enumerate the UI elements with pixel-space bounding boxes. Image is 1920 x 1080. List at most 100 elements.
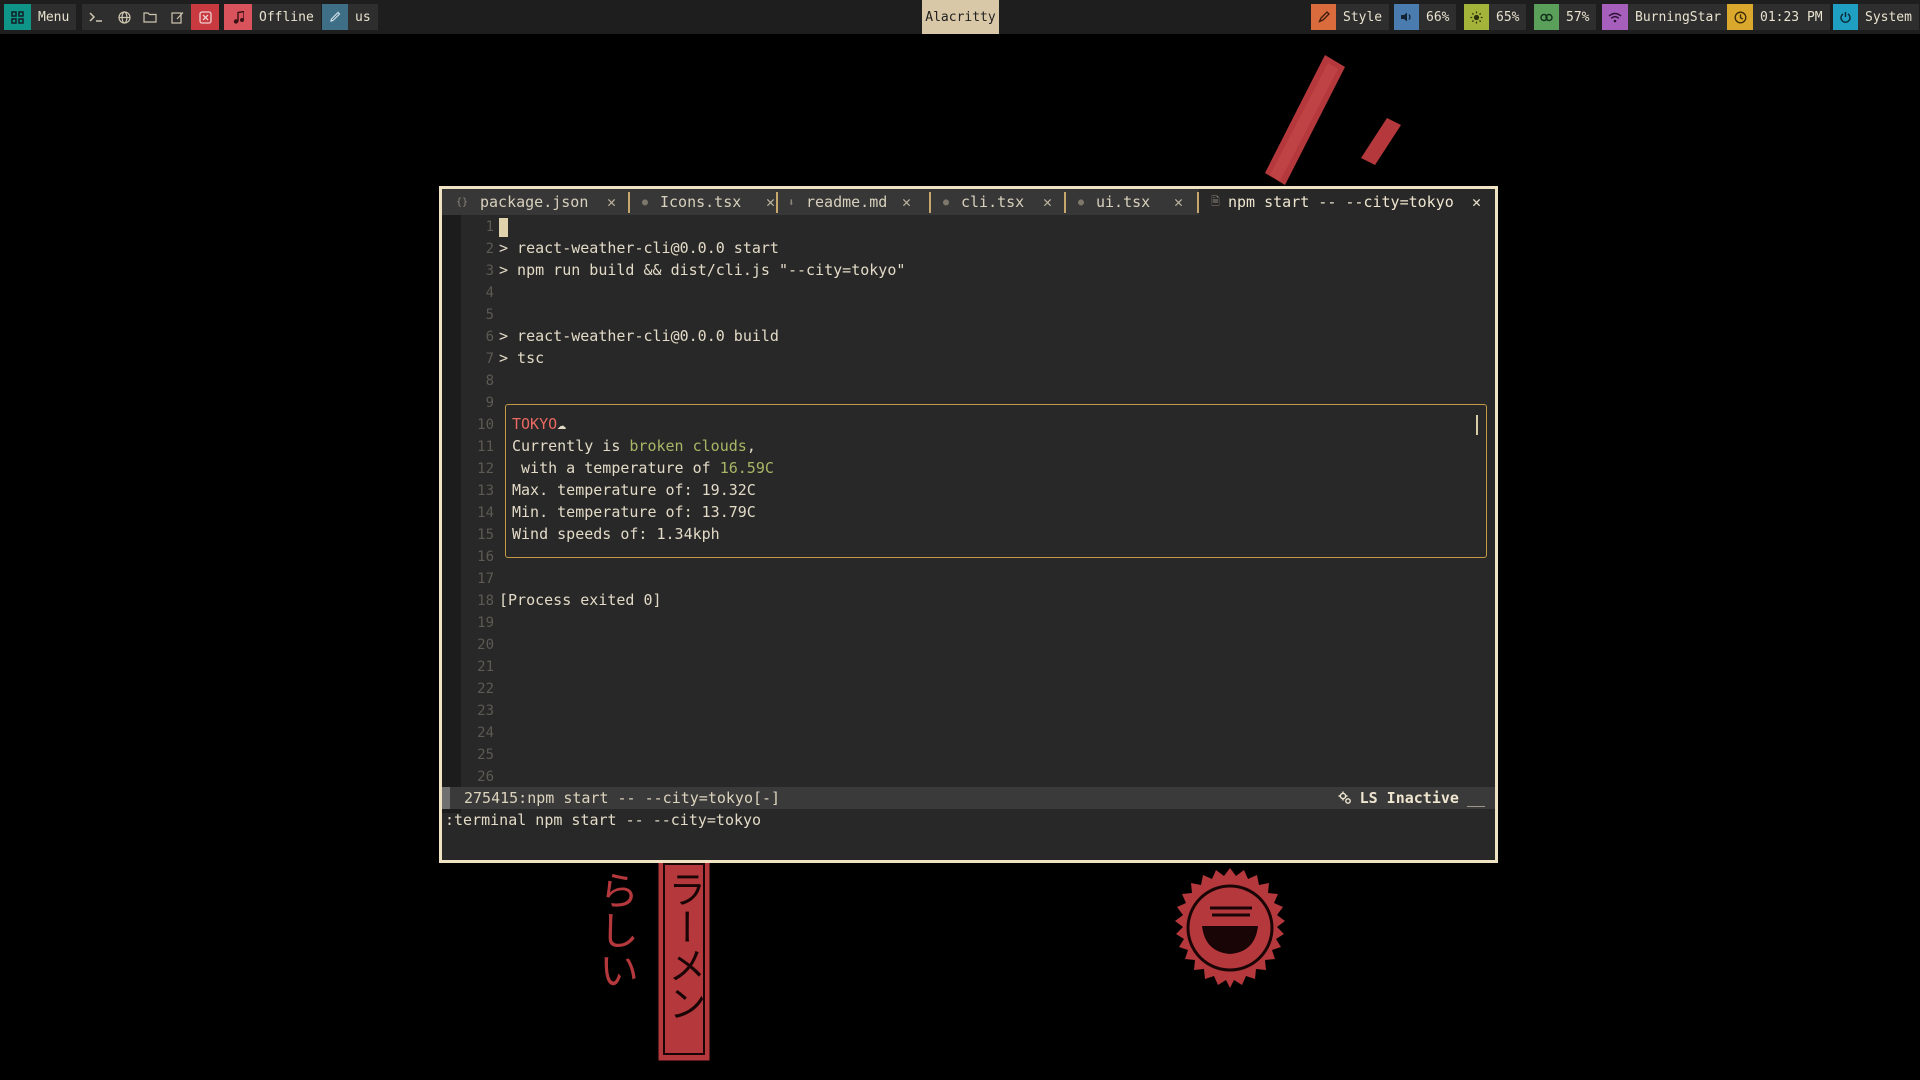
tab-bar: {} package.json ✕ ● Icons.tsx ✕ ⬇ readme… — [442, 189, 1495, 215]
terminal-buffer[interactable]: 1 2 3 4 5 6 7 8 9 10 11 12 13 14 15 16 1… — [442, 215, 1495, 813]
tab-package-json[interactable]: {} package.json ✕ — [442, 189, 629, 215]
volume-widget[interactable]: 66% — [1394, 4, 1457, 30]
box-cursor — [1476, 415, 1478, 435]
buffer-name: 275415:npm start -- --city=tokyo[-] — [464, 789, 781, 807]
menu-button[interactable]: Menu — [4, 4, 77, 30]
music-status: Offline — [252, 4, 321, 30]
close-icon[interactable]: ✕ — [1043, 193, 1052, 211]
apps-grid-icon — [4, 4, 31, 30]
tab-label: ui.tsx — [1096, 193, 1151, 211]
clock-icon — [1727, 4, 1753, 30]
chopsticks-art — [1265, 55, 1401, 185]
condition-suffix: , — [746, 437, 756, 455]
line-number: 13 — [477, 483, 494, 499]
city-name: TOKYO — [512, 415, 558, 433]
download-icon: ⬇ — [788, 195, 795, 209]
output-line: > npm run build && dist/cli.js "--city=t… — [499, 261, 906, 279]
line-number: 12 — [477, 461, 494, 477]
command-line[interactable]: :terminal npm start -- --city=tokyo — [445, 811, 761, 829]
gears-icon — [1338, 791, 1351, 804]
style-label: Style — [1336, 4, 1390, 30]
battery-icon — [1534, 4, 1559, 30]
keyboard-layout-label: us — [348, 4, 378, 30]
tab-npm-start[interactable]: 🗎 npm start -- --city=tokyo ✕ — [1199, 189, 1495, 215]
line-number: 3 — [485, 263, 494, 279]
line-number: 1 — [485, 219, 494, 235]
close-icon[interactable]: ✕ — [1174, 193, 1183, 211]
line-number: 22 — [477, 681, 494, 697]
dot-icon: ● — [943, 196, 950, 208]
tab-cli-tsx[interactable]: ● cli.tsx ✕ — [931, 189, 1067, 215]
keyboard-layout-widget[interactable]: us — [322, 4, 378, 30]
line-number: 15 — [477, 527, 494, 543]
wifi-widget[interactable]: BurningStar — [1602, 4, 1729, 30]
style-widget[interactable]: Style — [1311, 4, 1390, 30]
line-number: 18 — [477, 593, 494, 609]
line-number: 10 — [477, 417, 494, 433]
line-number: 20 — [477, 637, 494, 653]
line-number: 9 — [485, 395, 494, 411]
browser-launcher-icon[interactable] — [110, 4, 138, 30]
music-note-icon — [224, 4, 252, 30]
clock-widget[interactable]: 01:23 PM — [1727, 4, 1830, 30]
braces-icon: {} — [456, 196, 469, 208]
line-number: 19 — [477, 615, 494, 631]
weather-temp-line: with a temperature of 16.59C — [512, 459, 774, 477]
ls-status: LS Inactive — [1359, 789, 1459, 807]
speaker-icon — [1394, 4, 1419, 30]
condition-value: broken clouds — [629, 437, 747, 455]
temp-value: 16.59C — [719, 459, 774, 477]
wifi-icon — [1602, 4, 1628, 30]
line-number: 26 — [477, 769, 494, 785]
power-icon — [1833, 4, 1858, 30]
line-number: 16 — [477, 549, 494, 565]
close-icon[interactable]: ✕ — [1472, 193, 1481, 211]
tab-label: cli.tsx — [961, 193, 1025, 211]
system-menu-button[interactable]: System — [1833, 4, 1919, 30]
terminal-window[interactable]: {} package.json ✕ ● Icons.tsx ✕ ⬇ readme… — [439, 186, 1498, 863]
line-number: 11 — [477, 439, 494, 455]
status-right: LS Inactive __ — [1338, 787, 1485, 809]
line-number: 6 — [485, 329, 494, 345]
sun-icon — [1464, 4, 1489, 30]
line-number: 25 — [477, 747, 494, 763]
temp-prefix: with a temperature of — [512, 459, 720, 477]
close-icon[interactable]: ✕ — [902, 193, 911, 211]
line-number: 8 — [485, 373, 494, 389]
brightness-widget[interactable]: 65% — [1464, 4, 1527, 30]
terminal-launcher-icon[interactable] — [82, 4, 110, 30]
line-number: 5 — [485, 307, 494, 323]
files-launcher-icon[interactable] — [136, 4, 164, 30]
tab-ui-tsx[interactable]: ● ui.tsx ✕ — [1066, 189, 1198, 215]
close-icon[interactable]: ✕ — [607, 193, 616, 211]
tab-label: readme.md — [806, 193, 888, 211]
text-cursor — [499, 218, 508, 237]
kana-right-text: ラーメン — [662, 870, 706, 1022]
sign-column — [442, 215, 461, 813]
weather-max-line: Max. temperature of: 19.32C — [512, 481, 756, 499]
music-widget[interactable]: Offline — [224, 4, 321, 30]
line-number: 14 — [477, 505, 494, 521]
weather-wind-line: Wind speeds of: 1.34kph — [512, 525, 720, 543]
kana-left-text: らしい — [595, 870, 638, 990]
volume-value: 66% — [1419, 4, 1457, 30]
wifi-ssid: BurningStar — [1628, 4, 1729, 30]
pencil-icon — [322, 4, 348, 30]
line-number: 7 — [485, 351, 494, 367]
dot-icon: ● — [642, 196, 649, 208]
system-label: System — [1858, 4, 1919, 30]
dot-icon: ● — [1078, 196, 1085, 208]
tab-label: Icons.tsx — [660, 193, 742, 211]
battery-widget[interactable]: 57% — [1534, 4, 1597, 30]
ramen-bowl-seal-art — [1175, 868, 1285, 988]
line-number: 23 — [477, 703, 494, 719]
editor-launcher-icon[interactable] — [163, 4, 191, 30]
close-app-icon[interactable] — [191, 4, 219, 30]
top-panel: Menu Offline us Alacritty Style 66% 65% … — [0, 0, 1920, 34]
close-icon[interactable]: ✕ — [766, 193, 775, 211]
tab-label: package.json — [480, 193, 589, 211]
weather-condition-line: Currently is broken clouds, — [512, 437, 756, 455]
active-window-title: Alacritty — [922, 0, 999, 34]
line-number: 2 — [485, 241, 494, 257]
weather-min-line: Min. temperature of: 13.79C — [512, 503, 756, 521]
